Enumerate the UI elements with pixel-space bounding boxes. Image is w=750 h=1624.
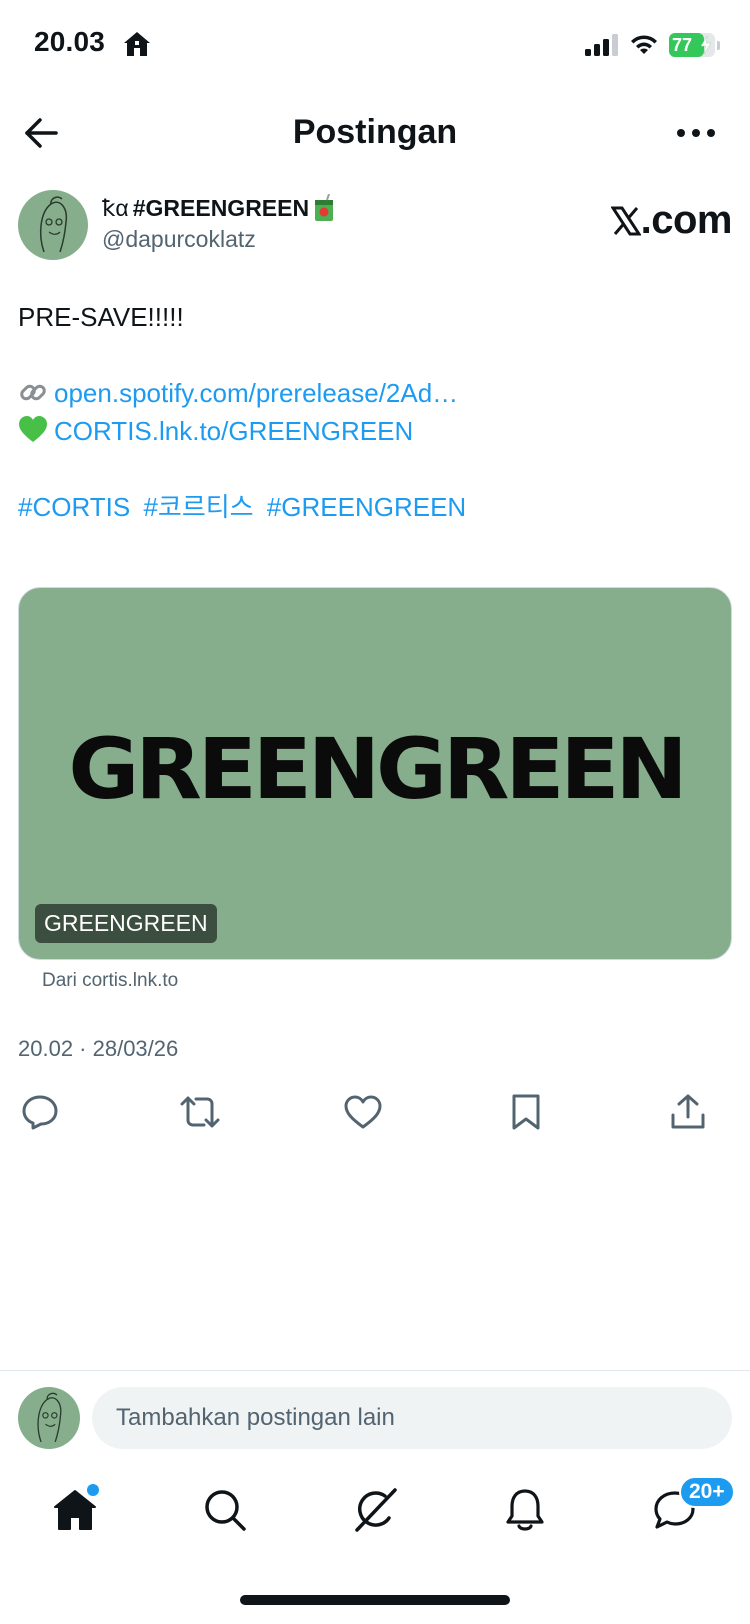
home-notification-dot (87, 1484, 99, 1496)
battery-percent: 77 (672, 35, 693, 55)
post-text: PRE-SAVE!!!!! open.spotify.com/prereleas… (18, 298, 732, 526)
card-image-text: GREENGREEN (68, 720, 687, 818)
reply-icon (22, 1095, 58, 1130)
cortis-link[interactable]: CORTIS.lnk.to/GREENGREEN (54, 416, 413, 446)
juice-box-icon (315, 194, 334, 221)
bookmark-button[interactable] (504, 1090, 548, 1134)
post-actions (18, 1090, 732, 1134)
reply-input[interactable] (92, 1387, 732, 1449)
green-heart-icon (19, 416, 47, 442)
link-icon (20, 384, 46, 401)
display-name: ꝁα #GREENGREEN (102, 194, 335, 222)
page-title: Postingan (292, 113, 458, 151)
tab-home[interactable] (45, 1480, 105, 1540)
author-handle: @dapurcoklatz (102, 226, 256, 252)
card-source[interactable]: Dari cortis.lnk.to (42, 970, 178, 992)
tab-grok[interactable] (345, 1480, 405, 1540)
messages-badge: 20+ (679, 1476, 735, 1508)
x-logo-icon (609, 206, 642, 236)
more-options-button[interactable] (672, 115, 720, 151)
home-indicator (240, 1595, 510, 1605)
search-icon (205, 1490, 246, 1531)
status-icons: 77 (585, 30, 720, 60)
status-bar: 20.03 77 (0, 0, 750, 90)
bottom-tab-bar: 20+ (0, 1470, 750, 1550)
hashtag-cortis[interactable]: #CORTIS (18, 492, 130, 522)
avatar[interactable] (18, 190, 88, 260)
signal-icon (585, 34, 618, 56)
source-logo-text: .com (640, 198, 733, 242)
card-title-badge: GREENGREEN (35, 904, 217, 943)
divider (0, 1370, 750, 1371)
spotify-link[interactable]: open.spotify.com/prerelease/2Ad… (54, 378, 458, 408)
bookmark-icon (512, 1094, 540, 1130)
like-button[interactable] (341, 1090, 385, 1134)
post-line-cortis: CORTIS.lnk.to/GREENGREEN (18, 412, 732, 450)
post-header: Postingan (0, 95, 750, 171)
post-line-presave: PRE-SAVE!!!!! (18, 302, 184, 332)
share-button[interactable] (666, 1090, 710, 1134)
link-card[interactable]: GREENGREEN GREENGREEN (18, 587, 732, 960)
reply-button[interactable] (18, 1090, 62, 1134)
like-icon (344, 1095, 382, 1129)
author-names[interactable]: ꝁα #GREENGREEN @dapurcoklatz (102, 194, 335, 253)
wifi-icon (631, 35, 657, 54)
repost-button[interactable] (178, 1090, 222, 1134)
avatar-illustration (39, 196, 68, 253)
source-logo: .com (609, 198, 733, 243)
tab-messages[interactable]: 20+ (645, 1476, 735, 1540)
share-icon (671, 1094, 705, 1129)
hashtag-korean[interactable]: #코르티스 (143, 492, 253, 522)
hashtag-greengreen[interactable]: #GREENGREEN (267, 492, 466, 522)
more-horizontal-icon (677, 129, 715, 137)
battery-icon: 77 (669, 33, 715, 57)
battery-cap (717, 40, 720, 50)
post-author: ꝁα #GREENGREEN @dapurcoklatz .com (18, 190, 733, 270)
composer-avatar (18, 1387, 80, 1449)
home-icon (124, 32, 150, 56)
status-time: 20.03 (34, 26, 106, 57)
post-hashtags: #CORTIS #코르티스 #GREENGREEN (18, 488, 732, 526)
avatar-illustration (37, 1392, 62, 1443)
post-timestamp[interactable]: 20.02 · 28/03/26 (18, 1036, 178, 1062)
repost-icon (180, 1096, 220, 1128)
post-line-spotify: open.spotify.com/prerelease/2Ad… (18, 374, 732, 412)
tab-search[interactable] (195, 1480, 255, 1540)
grok-icon (355, 1488, 397, 1532)
display-name-prefix: ꝁα (102, 194, 129, 221)
notifications-icon (506, 1489, 544, 1531)
display-name-text: #GREENGREEN (132, 194, 310, 221)
tab-notifications[interactable] (495, 1480, 555, 1540)
charging-bolt-icon (700, 36, 712, 54)
